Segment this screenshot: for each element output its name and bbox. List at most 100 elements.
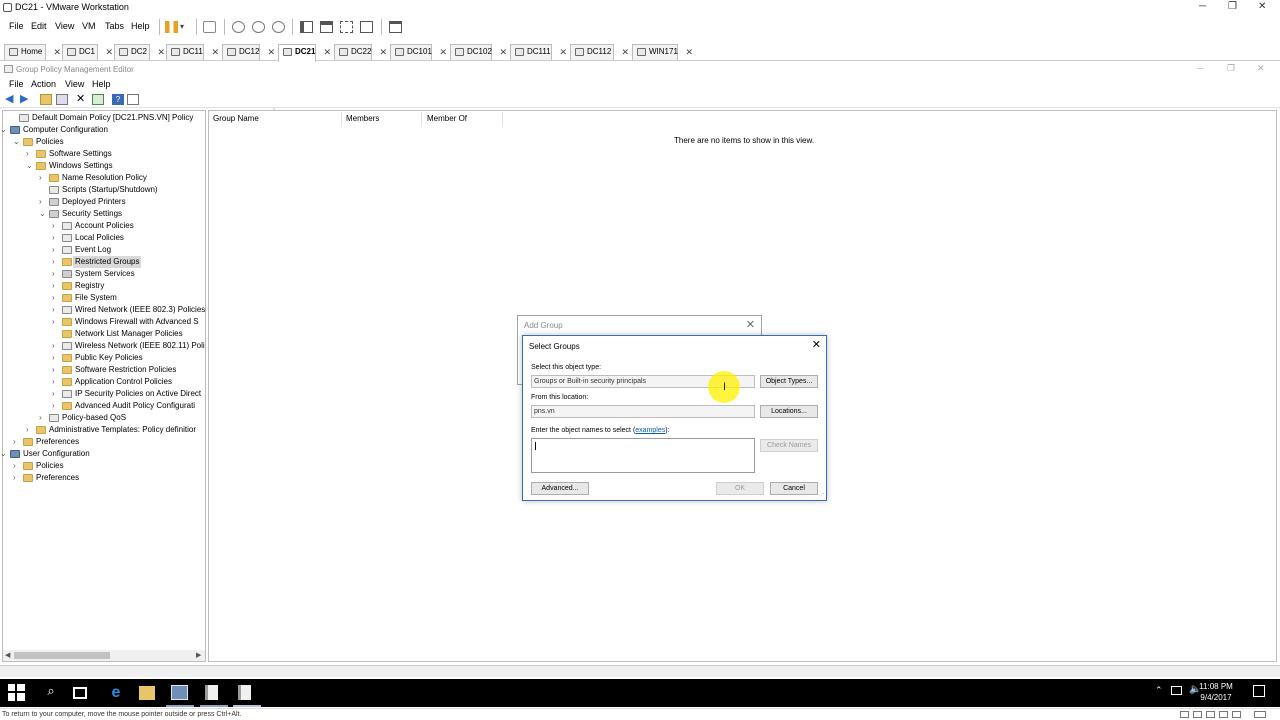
tree-node[interactable]: › System Services bbox=[52, 268, 206, 280]
expand-chevron-icon[interactable]: › bbox=[39, 196, 47, 208]
close-icon[interactable]: ✕ bbox=[1258, 1, 1266, 12]
expand-chevron-icon[interactable]: › bbox=[52, 280, 60, 292]
expand-chevron-icon[interactable]: › bbox=[52, 292, 60, 304]
expand-chevron-icon[interactable]: › bbox=[39, 412, 47, 424]
menu-help[interactable]: Help bbox=[131, 21, 150, 31]
tree-node[interactable]: › Deployed Printers bbox=[39, 196, 206, 208]
tab-dc102[interactable]: DC102 ✕ bbox=[450, 44, 507, 60]
locations-button[interactable]: Locations... bbox=[760, 405, 818, 418]
scroll-left-icon[interactable]: ◀ bbox=[5, 651, 10, 659]
column-divider[interactable] bbox=[502, 112, 503, 126]
tree-node[interactable]: › IP Security Policies on Active Direct bbox=[52, 388, 206, 400]
expand-chevron-icon[interactable]: › bbox=[13, 472, 21, 484]
console-view-icon[interactable] bbox=[389, 21, 402, 33]
expand-chevron-icon[interactable]: › bbox=[52, 388, 60, 400]
tab-dc2[interactable]: DC2 ✕ bbox=[114, 44, 165, 60]
tab-dc112[interactable]: DC112 ✕ bbox=[570, 44, 629, 60]
close-tab-icon[interactable]: ✕ bbox=[379, 45, 387, 59]
network-icon[interactable] bbox=[1171, 686, 1182, 695]
expand-chevron-icon[interactable]: › bbox=[52, 400, 60, 412]
collapse-chevron-icon[interactable]: ⌄ bbox=[0, 448, 8, 460]
tree-node[interactable]: › Software Settings bbox=[26, 148, 206, 160]
select-groups-close-icon[interactable]: ✕ bbox=[812, 338, 821, 351]
expand-chevron-icon[interactable]: › bbox=[52, 316, 60, 328]
gpme-menu-view[interactable]: View bbox=[65, 79, 84, 89]
tree-node[interactable]: ⌄ User Configuration bbox=[0, 448, 206, 460]
resize-grip-icon[interactable]: ⋰ bbox=[818, 492, 825, 500]
internet-explorer-icon[interactable]: e bbox=[106, 683, 126, 703]
expand-chevron-icon[interactable]: › bbox=[52, 340, 60, 352]
tree-node[interactable]: › Wired Network (IEEE 802.3) Policies bbox=[52, 304, 206, 316]
expand-chevron-icon[interactable]: › bbox=[26, 148, 34, 160]
ok-button[interactable]: OK bbox=[716, 482, 764, 495]
expand-chevron-icon[interactable]: › bbox=[52, 304, 60, 316]
tab-home[interactable]: Home ✕ bbox=[4, 44, 61, 60]
snapshot-manager-icon[interactable] bbox=[272, 21, 285, 33]
collapse-chevron-icon[interactable]: ⌄ bbox=[39, 208, 47, 220]
gpme-close-icon[interactable]: ✕ bbox=[1257, 63, 1265, 74]
expand-chevron-icon[interactable]: › bbox=[52, 364, 60, 376]
export-list-icon[interactable] bbox=[92, 94, 104, 105]
taskbar-clock[interactable]: 11:08 PM 9/4/2017 bbox=[1193, 681, 1239, 703]
expand-chevron-icon[interactable]: › bbox=[13, 436, 21, 448]
search-icon[interactable]: ⌕ bbox=[41, 683, 61, 703]
tab-dc21[interactable]: DC21 ✕ bbox=[278, 44, 331, 62]
expand-chevron-icon[interactable]: › bbox=[13, 460, 21, 472]
gpme-menu-help[interactable]: Help bbox=[92, 79, 111, 89]
close-tab-icon[interactable]: ✕ bbox=[499, 45, 507, 59]
gpme-minimize-icon[interactable]: ─ bbox=[1197, 63, 1203, 73]
collapse-chevron-icon[interactable]: ⌄ bbox=[13, 136, 21, 148]
server-manager-icon[interactable] bbox=[171, 685, 188, 700]
tab-dc1[interactable]: DC1 ✕ bbox=[62, 44, 113, 60]
tree-node[interactable]: Default Domain Policy [DC21.PNS.VN] Poli… bbox=[9, 112, 206, 124]
tree-node[interactable]: ⌄ Windows Settings bbox=[26, 160, 206, 172]
tree-node[interactable]: › Advanced Audit Policy Configurati bbox=[52, 400, 206, 412]
close-tab-icon[interactable]: ✕ bbox=[323, 45, 331, 59]
scroll-right-icon[interactable]: ▶ bbox=[196, 651, 201, 659]
properties-icon[interactable] bbox=[127, 94, 139, 105]
cancel-button[interactable]: Cancel bbox=[770, 482, 818, 495]
menu-file[interactable]: File bbox=[9, 21, 24, 31]
column-members[interactable]: Members bbox=[346, 114, 379, 123]
gpme-taskbar-icon[interactable] bbox=[238, 685, 251, 700]
tree-node[interactable]: › Preferences bbox=[13, 436, 206, 448]
tree-node[interactable]: › Administrative Templates: Policy defini… bbox=[26, 424, 206, 436]
tree-node[interactable]: › Restricted Groups bbox=[52, 256, 206, 268]
menu-vm[interactable]: VM bbox=[82, 21, 96, 31]
start-windows-icon[interactable] bbox=[8, 684, 25, 701]
gpme-menu-file[interactable]: File bbox=[9, 79, 24, 89]
unity-icon[interactable] bbox=[360, 21, 373, 33]
column-divider[interactable] bbox=[341, 112, 342, 126]
task-view-icon[interactable] bbox=[73, 687, 87, 699]
expand-chevron-icon[interactable]: › bbox=[52, 244, 60, 256]
examples-link[interactable]: examples bbox=[635, 427, 665, 434]
restore-icon[interactable]: ❐ bbox=[1228, 1, 1237, 12]
close-tab-icon[interactable]: ✕ bbox=[621, 45, 629, 59]
tab-dc12[interactable]: DC12 ✕ bbox=[222, 44, 275, 60]
close-tab-icon[interactable]: ✕ bbox=[439, 45, 447, 59]
minimize-icon[interactable]: ─ bbox=[1199, 1, 1206, 12]
expand-chevron-icon[interactable]: › bbox=[52, 352, 60, 364]
show-hide-tree-icon[interactable] bbox=[56, 94, 68, 105]
tab-dc11[interactable]: DC11 ✕ bbox=[166, 44, 219, 60]
full-screen-icon[interactable] bbox=[340, 21, 353, 33]
menu-tabs[interactable]: Tabs bbox=[105, 21, 124, 31]
expand-chevron-icon[interactable]: › bbox=[52, 220, 60, 232]
tree-node[interactable]: › Name Resolution Policy bbox=[39, 172, 206, 184]
tree-node[interactable]: › Policies bbox=[13, 460, 206, 472]
tree-node[interactable]: › Public Key Policies bbox=[52, 352, 206, 364]
tree-node[interactable]: › Registry bbox=[52, 280, 206, 292]
close-tab-icon[interactable]: ✕ bbox=[211, 45, 219, 59]
tree-node[interactable]: › Policy-based QoS bbox=[39, 412, 206, 424]
column-member-of[interactable]: Member Of bbox=[427, 114, 467, 123]
close-tab-icon[interactable]: ✕ bbox=[157, 45, 165, 59]
tree-node[interactable]: › Preferences bbox=[13, 472, 206, 484]
column-group-name[interactable]: Group Name bbox=[213, 114, 259, 123]
forward-arrow-icon[interactable]: ▶ bbox=[20, 92, 32, 105]
close-tab-icon[interactable]: ✕ bbox=[267, 45, 275, 59]
tree-node[interactable]: › Software Restriction Policies bbox=[52, 364, 206, 376]
menu-view[interactable]: View bbox=[55, 21, 74, 31]
back-arrow-icon[interactable]: ◀ bbox=[5, 92, 17, 105]
tree-node[interactable]: ⌄ Policies bbox=[13, 136, 206, 148]
pause-icon[interactable] bbox=[165, 21, 178, 33]
